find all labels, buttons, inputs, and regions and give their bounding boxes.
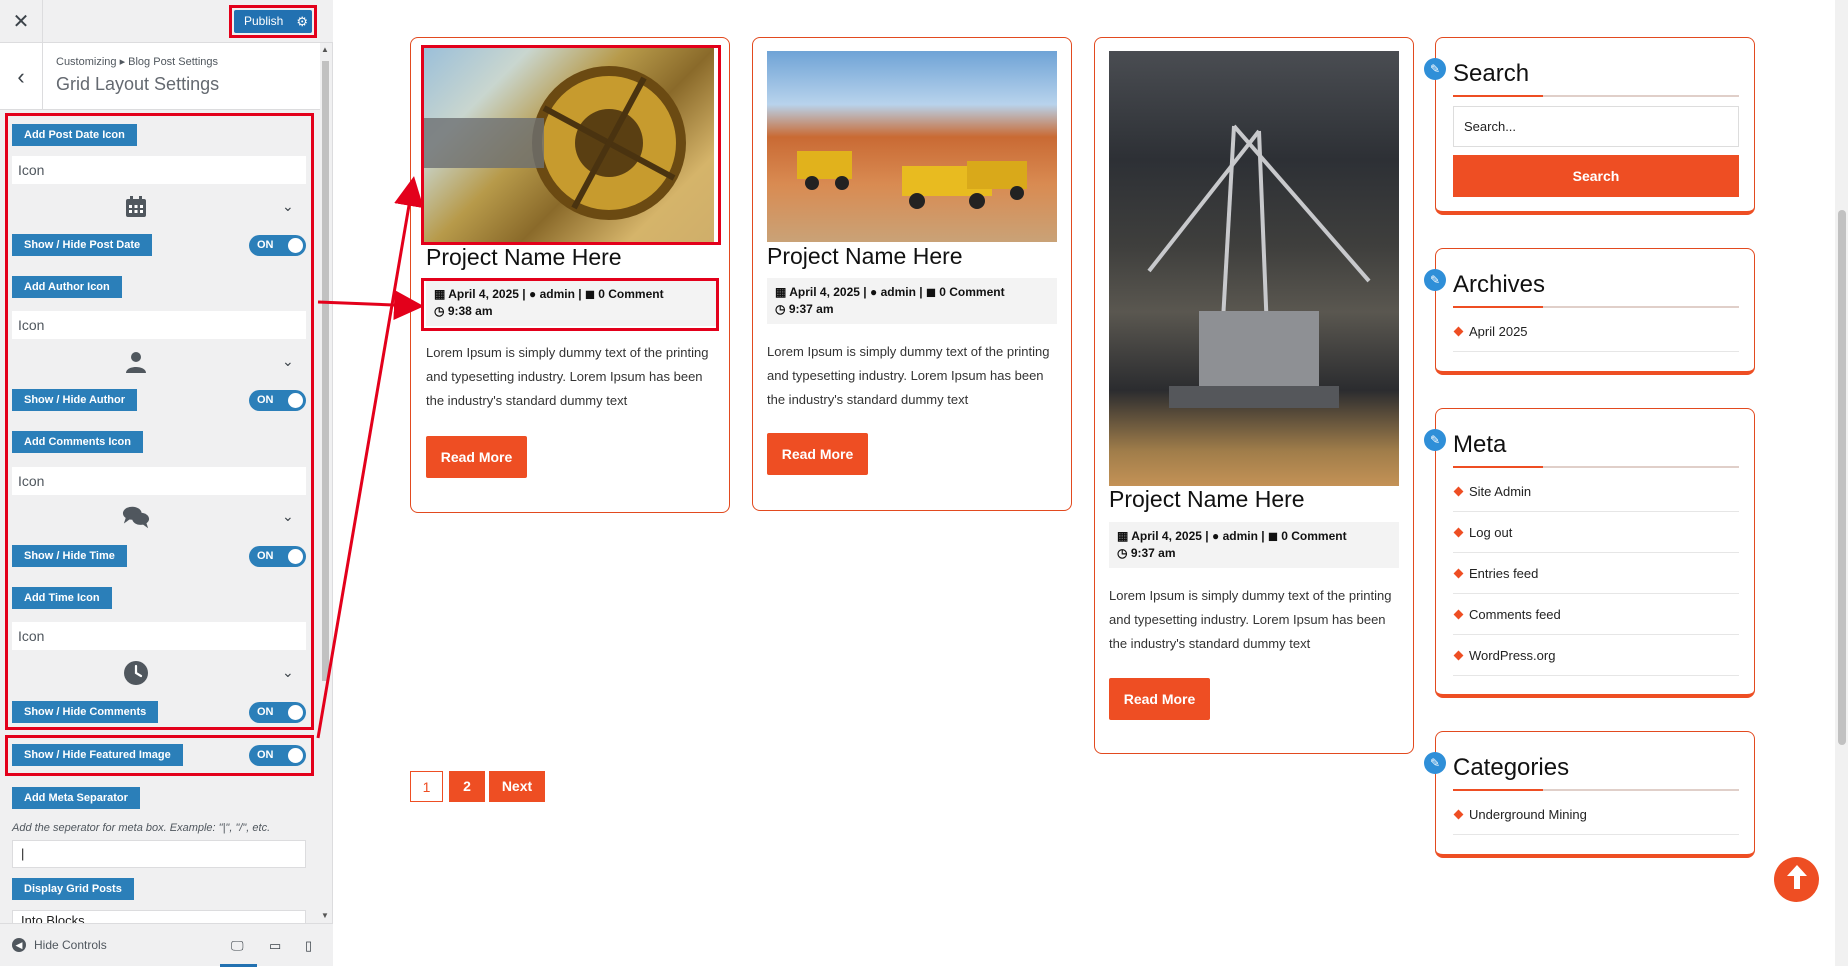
annotation-arrows [316,176,424,739]
